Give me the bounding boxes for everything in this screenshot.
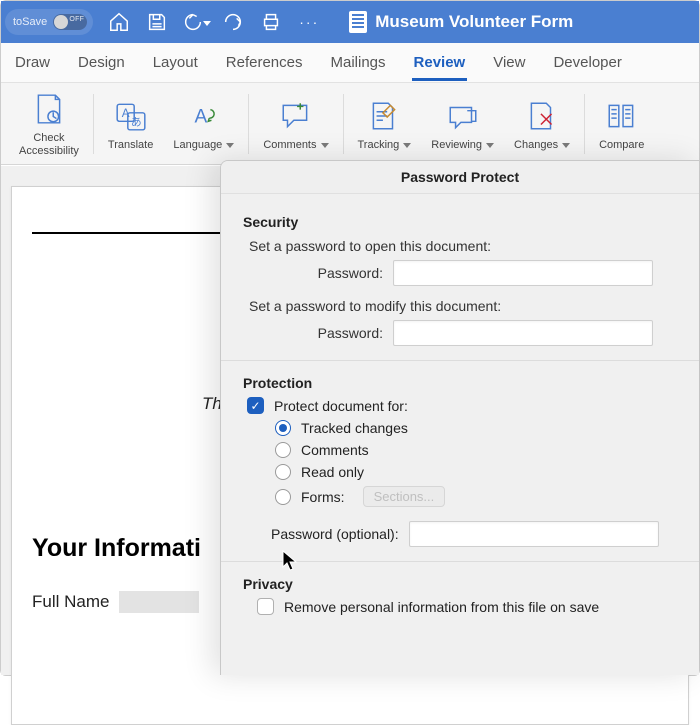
ribbon-changes[interactable]: Changes [504,83,580,165]
open-password-input[interactable] [393,260,653,286]
tab-design[interactable]: Design [76,44,127,81]
window-titlebar: toSave ··· Museum Volunteer Form [1,1,699,43]
redo-icon[interactable] [217,6,249,38]
chevron-down-icon [321,143,329,148]
password-label: Password: [303,325,383,341]
tab-mailings[interactable]: Mailings [328,44,387,81]
ribbon-label: Comments [263,139,316,151]
document-icon [349,11,367,33]
more-icon[interactable]: ··· [293,6,325,38]
radio-readonly-label: Read only [301,464,364,480]
remove-personal-info-checkbox[interactable]: ✓ [257,598,274,615]
svg-text:A: A [194,106,207,127]
remove-personal-info-label: Remove personal information from this fi… [284,599,599,615]
tab-layout[interactable]: Layout [151,44,200,81]
divider [221,561,699,562]
ribbon-comments[interactable]: Comments [253,83,338,165]
compare-icon [602,97,642,135]
language-icon: A [184,97,224,135]
radio-comments-label: Comments [301,442,369,458]
divider [343,94,344,154]
radio-tracked-changes[interactable] [275,420,291,436]
chevron-down-icon [226,143,234,148]
ribbon-label: Language [173,139,222,151]
home-icon[interactable] [103,6,135,38]
autosave-toggle[interactable]: toSave [5,9,93,35]
privacy-heading: Privacy [243,576,677,592]
protect-document-checkbox[interactable]: ✓ [247,397,264,414]
ribbon-language[interactable]: A Language [163,83,244,165]
protection-password-input[interactable] [409,521,659,547]
ribbon-tracking[interactable]: Tracking [348,83,422,165]
divider [93,94,94,154]
toggle-off-icon [53,14,87,30]
fullname-label: Full Name [32,592,109,612]
ribbon-label: CheckAccessibility [19,132,79,157]
modify-password-label: Set a password to modify this document: [249,298,677,314]
tracking-icon [364,97,404,135]
document-title: Museum Volunteer Form [349,11,573,33]
chevron-down-icon[interactable] [203,21,211,26]
chevron-down-icon [562,143,570,148]
tab-view[interactable]: View [491,44,527,81]
dialog-title: Password Protect [221,161,699,194]
tab-references[interactable]: References [224,44,305,81]
ribbon-compare[interactable]: Compare [589,83,654,165]
divider [221,360,699,361]
ribbon-translate[interactable]: Aあ Translate [98,83,163,165]
accessibility-icon [29,90,69,128]
radio-forms[interactable] [275,489,291,505]
radio-read-only[interactable] [275,464,291,480]
fullname-input[interactable] [119,591,199,613]
comments-icon [276,97,316,135]
divider [584,94,585,154]
reviewing-icon [443,97,483,135]
password-protect-dialog: Password Protect Security Set a password… [220,160,699,675]
autosave-label: toSave [13,16,47,28]
changes-icon [522,97,562,135]
tab-developer[interactable]: Developer [551,44,623,81]
password-optional-label: Password (optional): [271,526,399,542]
ribbon-label: Translate [108,139,153,151]
password-label: Password: [303,265,383,281]
svg-text:あ: あ [131,116,142,128]
modify-password-input[interactable] [393,320,653,346]
ribbon-reviewing[interactable]: Reviewing [421,83,504,165]
protection-heading: Protection [243,375,677,391]
chevron-down-icon [403,143,411,148]
ribbon-label: Changes [514,139,558,151]
ribbon-tabs: Draw Design Layout References Mailings R… [1,43,699,83]
ribbon-label: Reviewing [431,139,482,151]
tab-draw[interactable]: Draw [13,44,52,81]
translate-icon: Aあ [111,97,151,135]
ribbon-label: Compare [599,139,644,151]
print-icon[interactable] [255,6,287,38]
security-heading: Security [243,214,677,230]
sections-button[interactable]: Sections... [363,486,446,507]
ribbon-check-accessibility[interactable]: CheckAccessibility [9,83,89,165]
open-password-label: Set a password to open this document: [249,238,677,254]
save-icon[interactable] [141,6,173,38]
ribbon: CheckAccessibility Aあ Translate A Langua… [1,83,699,165]
radio-tracked-label: Tracked changes [301,420,408,436]
document-title-text: Museum Volunteer Form [375,12,573,32]
divider [248,94,249,154]
tab-review[interactable]: Review [412,44,468,81]
ribbon-label: Tracking [358,139,400,151]
protect-document-label: Protect document for: [274,398,408,414]
radio-forms-label: Forms: [301,489,345,505]
chevron-down-icon [486,143,494,148]
radio-comments[interactable] [275,442,291,458]
